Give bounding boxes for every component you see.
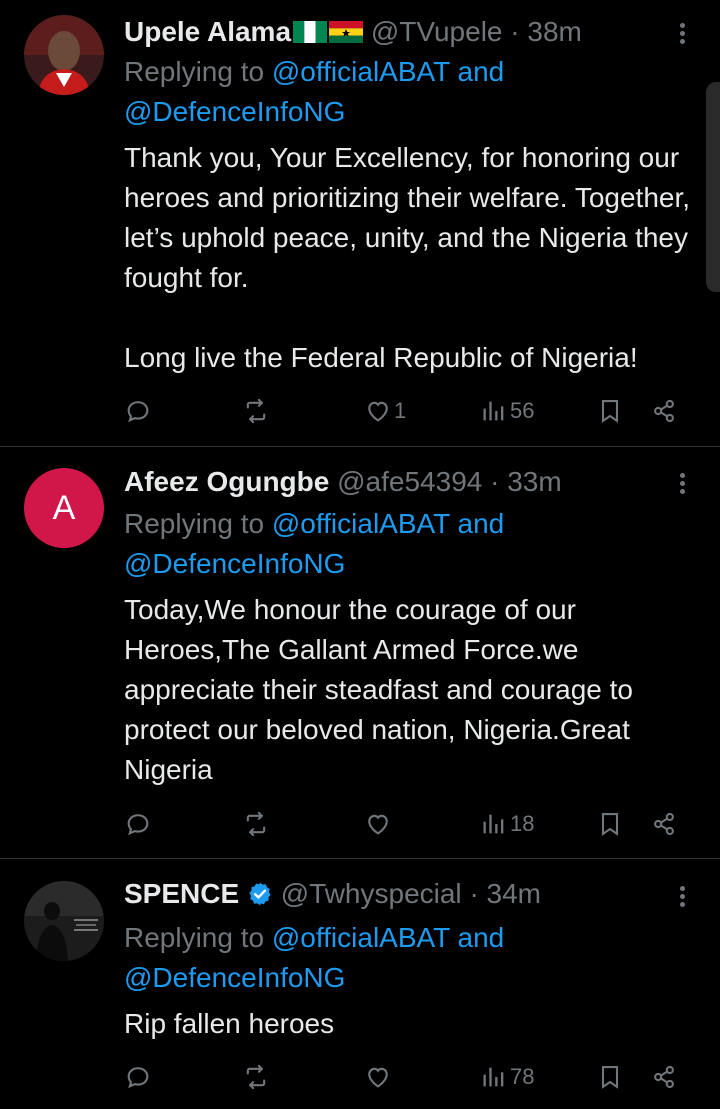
retweet-icon xyxy=(246,811,266,837)
views-button[interactable]: 56 xyxy=(480,396,534,426)
tweet-actions: 1 56 xyxy=(124,396,684,426)
retweet-button[interactable] xyxy=(242,1062,270,1092)
display-name[interactable]: SPENCE xyxy=(124,878,239,909)
reply-prefix: Replying to xyxy=(124,922,272,953)
bookmark-button[interactable] xyxy=(596,396,624,426)
reply-icon xyxy=(127,1067,149,1089)
tweet-text: Thank you, Your Excellency, for honoring… xyxy=(124,142,691,373)
mention-link[interactable]: @officialABAT xyxy=(272,56,450,87)
tweet-2[interactable]: A Afeez Ogungbe @afe54394 · 33m Replying… xyxy=(0,447,720,858)
views-icon xyxy=(483,814,504,834)
reply-prefix: Replying to xyxy=(124,56,272,87)
reply-and: and xyxy=(449,922,505,953)
tweet-1[interactable]: Upele Alama @TVupele · 38m Replying to @… xyxy=(0,0,720,446)
tweet-header: Upele Alama @TVupele · 38m xyxy=(124,15,660,49)
handle[interactable]: @afe54394 xyxy=(337,466,482,497)
share-icon xyxy=(654,399,674,423)
share-icon xyxy=(654,812,674,836)
timestamp[interactable]: · 38m xyxy=(510,16,582,47)
share-button[interactable] xyxy=(650,1062,678,1092)
timestamp[interactable]: · 34m xyxy=(469,878,541,909)
like-button[interactable]: 1 xyxy=(364,396,406,426)
handle[interactable]: @Twhyspecial xyxy=(281,878,462,909)
like-button[interactable] xyxy=(364,1062,394,1092)
replying-to: Replying to @officialABAT and @DefenceIn… xyxy=(124,504,504,584)
tweet-header: SPENCE @Twhyspecial · 34m xyxy=(124,877,660,911)
tweet-text: Today,We honour the courage of our Heroe… xyxy=(124,594,641,785)
avatar[interactable]: A xyxy=(24,468,104,548)
bookmark-icon xyxy=(601,1066,619,1089)
view-count: 18 xyxy=(510,811,535,836)
tweet-text: Rip fallen heroes xyxy=(124,1008,335,1039)
bookmark-icon xyxy=(601,813,619,836)
verified-badge-icon xyxy=(249,882,271,906)
share-button[interactable] xyxy=(650,396,678,426)
timestamp[interactable]: · 33m xyxy=(490,466,562,497)
tweet-header: Afeez Ogungbe @afe54394 · 33m xyxy=(124,465,660,499)
avatar[interactable] xyxy=(24,881,104,961)
view-count: 56 xyxy=(510,398,535,423)
reply-icon xyxy=(127,401,149,423)
reply-prefix: Replying to xyxy=(124,508,272,539)
retweet-icon xyxy=(246,1064,266,1090)
views-button[interactable]: 18 xyxy=(480,809,534,839)
reply-button[interactable] xyxy=(124,809,152,839)
view-count: 78 xyxy=(510,1064,535,1089)
views-icon xyxy=(483,401,504,421)
tweet-3[interactable]: SPENCE @Twhyspecial · 34m Replying to @o… xyxy=(0,859,720,1109)
share-icon xyxy=(654,1065,674,1089)
mention-link[interactable]: @officialABAT xyxy=(272,508,450,539)
bookmark-button[interactable] xyxy=(596,1062,624,1092)
mention-link[interactable]: @DefenceInfoNG xyxy=(124,962,345,993)
reply-and: and xyxy=(449,508,505,539)
replying-to: Replying to @officialABAT and @DefenceIn… xyxy=(124,52,504,132)
reply-and: and xyxy=(449,56,505,87)
mention-link[interactable]: @DefenceInfoNG xyxy=(124,96,345,127)
bookmark-button[interactable] xyxy=(596,809,624,839)
more-options-icon[interactable] xyxy=(674,20,690,47)
reply-button[interactable] xyxy=(124,396,152,426)
like-button[interactable] xyxy=(364,809,394,839)
heart-icon xyxy=(368,401,388,422)
views-icon xyxy=(483,1067,504,1087)
avatar[interactable] xyxy=(24,15,104,95)
heart-icon xyxy=(368,1067,388,1088)
bookmark-icon xyxy=(601,400,619,423)
tweet-actions: 18 xyxy=(124,809,684,839)
more-options-icon[interactable] xyxy=(674,883,690,910)
display-name[interactable]: Afeez Ogungbe xyxy=(124,466,329,497)
display-name[interactable]: Upele Alama xyxy=(124,16,291,47)
retweet-button[interactable] xyxy=(242,396,270,426)
ghana-flag-icon xyxy=(329,21,364,43)
nigeria-flag-icon xyxy=(293,21,328,43)
share-button[interactable] xyxy=(650,809,678,839)
replying-to: Replying to @officialABAT and @DefenceIn… xyxy=(124,918,504,998)
mention-link[interactable]: @DefenceInfoNG xyxy=(124,548,345,579)
tweet-actions: 78 xyxy=(124,1062,684,1092)
reply-icon xyxy=(127,814,149,836)
reply-button[interactable] xyxy=(124,1062,152,1092)
mention-link[interactable]: @officialABAT xyxy=(272,922,450,953)
views-button[interactable]: 78 xyxy=(480,1062,534,1092)
handle[interactable]: @TVupele xyxy=(371,16,503,47)
like-count: 1 xyxy=(394,398,407,423)
retweet-button[interactable] xyxy=(242,809,270,839)
more-options-icon[interactable] xyxy=(674,470,690,497)
heart-icon xyxy=(368,814,388,835)
retweet-icon xyxy=(246,398,266,424)
